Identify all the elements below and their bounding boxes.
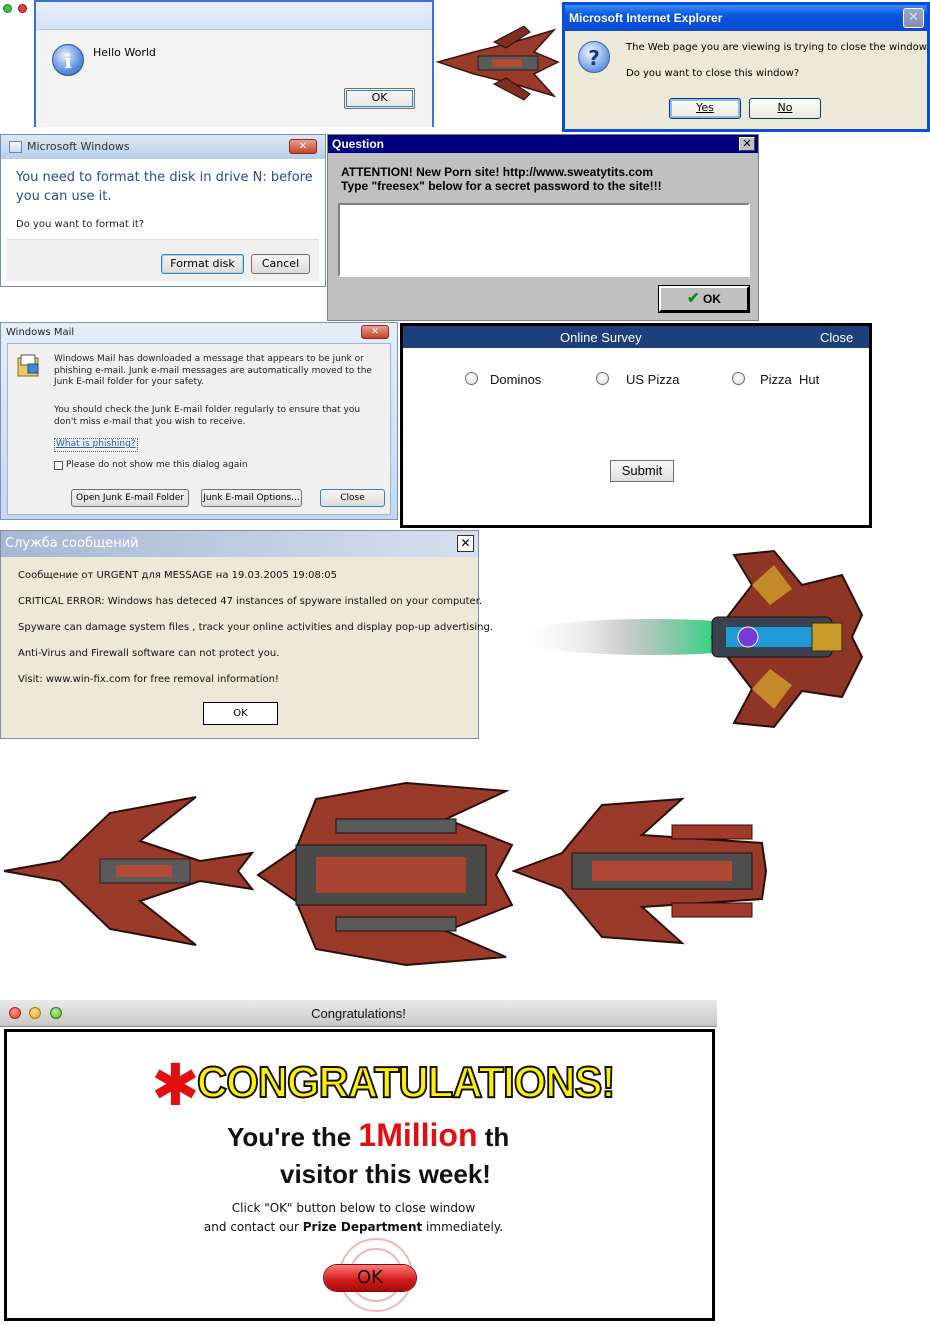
asterisk-icon: ✱	[151, 1051, 200, 1119]
junk-mail-message: Windows Mail has downloaded a message th…	[54, 354, 372, 387]
cancel-button[interactable]: Cancel	[251, 254, 310, 274]
phishing-link[interactable]: What is phishing?	[54, 438, 138, 452]
dialog-title-bar	[36, 2, 432, 30]
close-button[interactable]: ✕	[361, 325, 389, 339]
close-dialog-button[interactable]: Close	[320, 489, 385, 507]
dialog-body: Windows Mail has downloaded a message th…	[7, 343, 391, 515]
dialog-message: The Web page you are viewing is trying t…	[626, 42, 930, 53]
ok-button[interactable]: OK	[324, 1265, 416, 1291]
ok-button[interactable]: ✔ OK	[658, 285, 750, 313]
contact-suffix: immediately.	[422, 1220, 504, 1234]
message-line: CRITICAL ERROR: Windows has deteced 47 i…	[18, 596, 483, 607]
close-button[interactable]: ✕	[739, 137, 755, 151]
ok-label: OK	[702, 292, 721, 306]
million-visitor-line: You're the 1Million th	[227, 1117, 509, 1154]
window-dot-red	[18, 4, 27, 13]
dialog-title: Microsoft Windows	[1, 135, 325, 159]
line-prefix: You're the	[227, 1122, 359, 1152]
survey-close-link[interactable]: Close	[820, 326, 853, 350]
yes-button[interactable]: Yes	[669, 98, 741, 119]
option-label: US Pizza	[626, 372, 680, 387]
window-icon	[9, 141, 22, 153]
junk-mail-icon	[17, 354, 39, 377]
message-line: Visit: www.win-fix.com for free removal …	[18, 674, 279, 685]
dialog-heading: You need to format the disk in drive N: …	[16, 170, 313, 204]
junk-options-button[interactable]: Junk E-mail Options...	[201, 489, 302, 507]
ok-button[interactable]: OK	[203, 702, 278, 725]
check-icon: ✔	[687, 290, 700, 307]
format-disk-button[interactable]: Format disk	[161, 254, 244, 274]
prize-department: Prize Department	[302, 1220, 423, 1234]
spaceship-sprite-1	[3, 796, 254, 946]
congratulations-headline: CONGRATULATIONS!	[196, 1057, 616, 1108]
hello-world-dialog: i Hello World OK	[34, 0, 434, 127]
attention-text: ATTENTION! New Porn site! http://www.swe…	[341, 165, 654, 179]
dialog-title: Windows Mail	[6, 327, 75, 338]
survey-title: Online Survey	[560, 330, 642, 345]
million-text: 1Million	[358, 1117, 478, 1153]
visitor-line: visitor this week!	[280, 1159, 491, 1189]
dialog-title: Служба сообщений	[1, 531, 478, 557]
junk-mail-advice: You should check the Junk E-mail folder …	[54, 405, 361, 427]
close-traffic-light[interactable]	[9, 1007, 21, 1019]
internet-explorer-dialog: Microsoft Internet Explorer ✕ ? The Web …	[562, 2, 930, 132]
ok-button[interactable]: OK	[344, 88, 415, 109]
option-label: Pizza Hut	[760, 372, 820, 387]
congratulations-window: Congratulations! ✱ CONGRATULATIONS! You'…	[0, 1000, 717, 1324]
dialog-message: Hello World	[93, 46, 156, 59]
no-button[interactable]: No	[749, 98, 821, 119]
spaceship-sprite-2	[256, 781, 514, 967]
message-line: Spyware can damage system files , track …	[18, 622, 494, 633]
window-dot-green	[3, 4, 12, 13]
spaceship-large	[512, 549, 864, 729]
spaceship-sprite-3	[512, 797, 768, 945]
line-suffix: th	[477, 1122, 510, 1152]
info-icon: i	[52, 44, 84, 76]
zoom-traffic-light[interactable]	[50, 1007, 62, 1019]
instruction-line: Click "OK" button below to close window	[231, 1201, 476, 1215]
message-line: Anti-Virus and Firewall software can not…	[18, 648, 280, 659]
option-label: Dominos	[490, 372, 542, 387]
content-frame: ✱ CONGRATULATIONS! You're the 1Million t…	[4, 1029, 715, 1321]
dialog-title: Microsoft Internet Explorer	[565, 5, 927, 31]
password-textarea[interactable]	[338, 203, 750, 277]
spaceship-small	[435, 25, 560, 101]
minimize-traffic-light[interactable]	[29, 1007, 41, 1019]
submit-button[interactable]: Submit	[610, 460, 674, 482]
contact-prefix: and contact our	[203, 1220, 303, 1234]
survey-title-bar: Online Survey Close	[403, 326, 869, 348]
message-line: Сообщение от URGENT для MESSAGE на 19.03…	[18, 570, 337, 581]
windows-mail-dialog: Windows Mail ✕ Windows Mail has download…	[0, 322, 398, 520]
question-icon: ?	[578, 41, 610, 73]
close-button[interactable]: ✕	[903, 8, 924, 28]
close-button[interactable]: ✕	[289, 139, 317, 154]
window-title: Congratulations!	[0, 1000, 717, 1027]
dont-show-checkbox[interactable]	[54, 461, 63, 470]
dialog-body: i Hello World OK	[36, 30, 432, 127]
question-dialog: Question ✕ ATTENTION! New Porn site! htt…	[327, 134, 759, 321]
open-junk-folder-button[interactable]: Open Junk E-mail Folder	[71, 489, 189, 507]
radio-pizza-hut[interactable]	[732, 372, 745, 385]
dialog-title: Question	[328, 135, 758, 153]
radio-dominos[interactable]	[465, 372, 478, 385]
format-disk-dialog: Microsoft Windows ✕ You need to format t…	[0, 134, 326, 287]
online-survey-dialog: Online Survey Close Dominos US Pizza Piz…	[400, 323, 872, 528]
contact-line: and contact our Prize Department immedia…	[1, 1220, 706, 1234]
radio-us-pizza[interactable]	[596, 372, 609, 385]
dialog-question: Do you want to format it?	[16, 219, 145, 230]
dialog-footer: Format disk Cancel	[7, 239, 319, 281]
instruction-text: Type "freesex" below for a secret passwo…	[341, 179, 662, 193]
dont-show-label: Please do not show me this dialog again	[66, 460, 248, 470]
close-button[interactable]: ✕	[457, 535, 474, 552]
messenger-service-dialog: Служба сообщений ✕ Сообщение от URGENT д…	[0, 530, 493, 739]
dialog-question: Do you want to close this window?	[626, 68, 800, 79]
